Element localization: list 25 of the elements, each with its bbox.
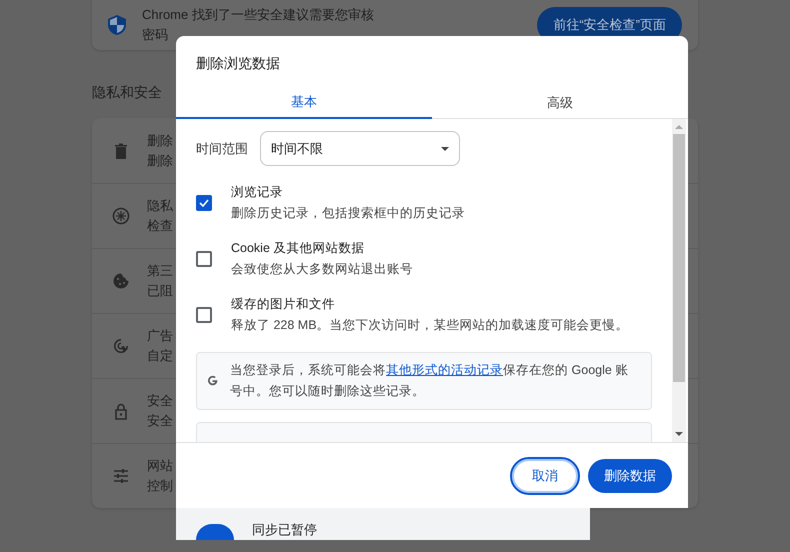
safety-detail: 密码 bbox=[142, 26, 169, 44]
option-title: 浏览记录 bbox=[231, 184, 284, 201]
row-title: 隐私 bbox=[147, 197, 173, 215]
row-title: 广告 bbox=[147, 327, 173, 345]
row-subtitle: 安全 bbox=[147, 412, 173, 430]
option-description: 会致使您从大多数网站退出账号 bbox=[231, 261, 413, 278]
section-title: 隐私和安全 bbox=[92, 83, 162, 102]
google-notice-text: 当您登录后，系统可能会将其他形式的活动记录保存在您的 Google 账号中。您可以随时删除这些记录。 bbox=[230, 362, 630, 400]
row-title: 删除 bbox=[147, 132, 173, 150]
option-title: 缓存的图片和文件 bbox=[231, 296, 336, 313]
option-description: 释放了 228 MB。当您下次访问时，某些网站的加载速度可能会更慢。 bbox=[231, 317, 629, 334]
sync-status: 同步已暂停 bbox=[252, 522, 317, 538]
row-title: 网站 bbox=[147, 457, 173, 475]
option-title: Cookie 及其他网站数据 bbox=[231, 240, 366, 257]
row-subtitle: 检查 bbox=[147, 217, 173, 235]
row-subtitle: 删除 bbox=[147, 152, 173, 170]
time-range-label: 时间范围 bbox=[196, 140, 248, 158]
row-subtitle: 已阻 bbox=[147, 282, 173, 300]
safety-message: Chrome 找到了一些安全建议需要您审核 bbox=[142, 6, 374, 24]
dialog-title: 删除浏览数据 bbox=[195, 54, 281, 73]
row-title: 第三 bbox=[147, 262, 173, 280]
row-title: 安全 bbox=[147, 392, 173, 410]
row-subtitle: 控制 bbox=[147, 477, 173, 495]
row-subtitle: 自定 bbox=[147, 347, 173, 365]
option-description: 删除历史记录，包括搜索框中的历史记录 bbox=[231, 205, 465, 222]
